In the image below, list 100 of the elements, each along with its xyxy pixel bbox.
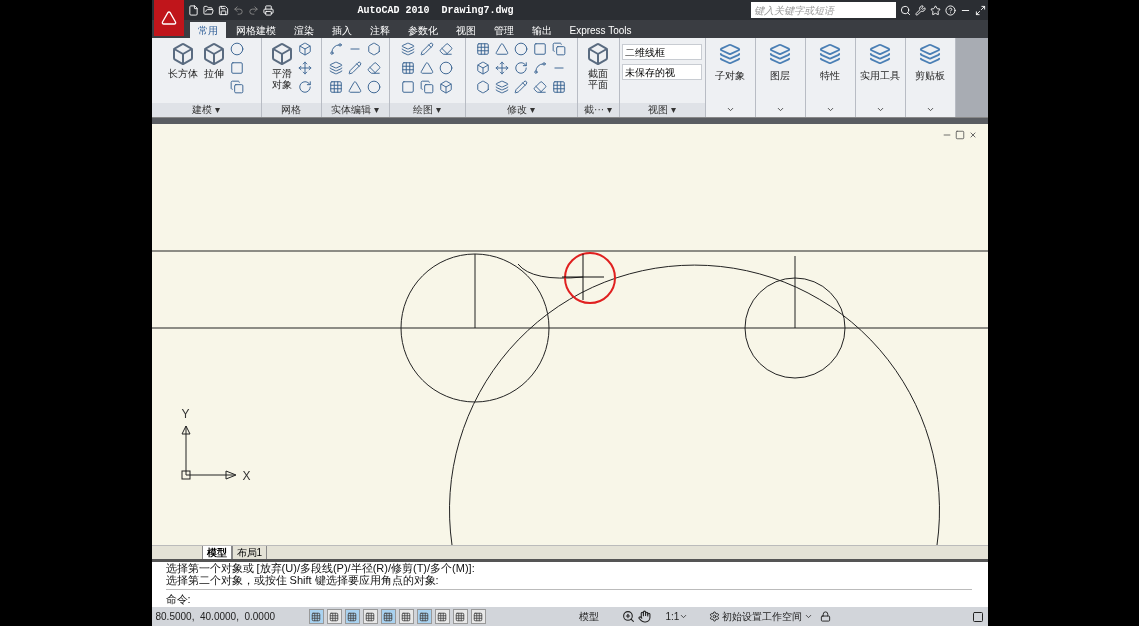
move-icon[interactable] xyxy=(298,61,312,75)
drafting-toggle[interactable] xyxy=(380,609,396,624)
ribbon-tab[interactable]: 渲染 xyxy=(285,22,322,38)
pencil-icon[interactable] xyxy=(420,42,434,56)
curve-icon[interactable] xyxy=(533,61,547,75)
drafting-toggle[interactable] xyxy=(398,609,414,624)
wrench-icon[interactable] xyxy=(914,4,926,16)
cube-icon[interactable] xyxy=(476,61,490,75)
cube-icon[interactable] xyxy=(298,42,312,56)
circle-icon[interactable] xyxy=(439,61,453,75)
grid-icon[interactable] xyxy=(476,42,490,56)
drafting-toggle[interactable] xyxy=(470,609,486,624)
layout-tab[interactable]: 布局1 xyxy=(231,546,268,559)
layers-icon xyxy=(719,43,741,65)
layout-tab[interactable]: 模型 xyxy=(201,546,232,559)
drafting-toggle[interactable] xyxy=(416,609,432,624)
drafting-toggle[interactable] xyxy=(308,609,324,624)
hand-icon[interactable] xyxy=(637,610,651,623)
zoom-icon[interactable] xyxy=(621,610,635,623)
grid-icon[interactable] xyxy=(329,80,343,94)
eraser-icon[interactable] xyxy=(439,42,453,56)
ribbon-large-button[interactable]: 截面平面 xyxy=(586,42,610,90)
copy-icon[interactable] xyxy=(420,80,434,94)
workspace-switcher[interactable]: 初始设置工作空间 xyxy=(709,609,814,624)
rotate-icon[interactable] xyxy=(298,80,312,94)
coordinates-readout: 80.5000, 40.0000, 0.0000 xyxy=(155,610,277,624)
window-title: AutoCAD 2010 Drawing7.dwg xyxy=(357,3,514,18)
fullscreen-icon[interactable] xyxy=(971,610,984,623)
eraser-icon[interactable] xyxy=(533,80,547,94)
ribbon-large-button[interactable]: 平滑对象 xyxy=(270,42,294,90)
drafting-toggle[interactable] xyxy=(344,609,360,624)
ribbon-tab[interactable]: Express Tools xyxy=(561,22,640,38)
annotation-scale[interactable]: 1:1 xyxy=(665,609,689,624)
open-folder-icon[interactable] xyxy=(202,4,214,16)
caret-icon xyxy=(925,105,935,114)
grid-icon[interactable] xyxy=(401,61,415,75)
panel-title[interactable]: 建模 ▾ xyxy=(151,103,261,117)
star-icon[interactable] xyxy=(929,4,941,16)
pencil-icon[interactable] xyxy=(514,80,528,94)
drafting-toggle[interactable] xyxy=(452,609,468,624)
restore-icon[interactable] xyxy=(974,4,986,16)
printer-icon[interactable] xyxy=(262,4,274,16)
ribbon-tab[interactable]: 注释 xyxy=(361,22,398,38)
panel-title[interactable]: 实体编辑 ▾ xyxy=(321,103,389,117)
caret-icon xyxy=(804,612,814,621)
ribbon-tab[interactable]: 视图 xyxy=(447,22,484,38)
help-icon[interactable] xyxy=(944,4,956,16)
cube-icon xyxy=(586,42,610,66)
rotate-icon[interactable] xyxy=(514,61,528,75)
command-history-line: 选择第一个对象或 [放弃(U)/多段线(P)/半径(R)/修剪(T)/多个(M)]: xyxy=(165,562,476,574)
triangle-icon[interactable] xyxy=(495,42,509,56)
circle-icon[interactable] xyxy=(367,80,381,94)
new-file-icon[interactable] xyxy=(187,4,199,16)
square-icon[interactable] xyxy=(533,42,547,56)
lock-icon[interactable] xyxy=(820,611,832,622)
layers-icon[interactable] xyxy=(401,42,415,56)
drafting-toggle[interactable] xyxy=(362,609,378,624)
square-icon[interactable] xyxy=(230,61,244,75)
layers-icon[interactable] xyxy=(495,80,509,94)
view-dropdown[interactable]: 二维线框 xyxy=(622,44,702,60)
ribbon-tab[interactable]: 网格建模 xyxy=(227,22,284,38)
search-field[interactable]: 键入关键字或短语 xyxy=(750,2,896,18)
drafting-toggle[interactable] xyxy=(434,609,450,624)
circle-icon[interactable] xyxy=(514,42,528,56)
ribbon-large-button[interactable]: 拉伸 xyxy=(202,42,226,79)
polygon-icon[interactable] xyxy=(476,80,490,94)
drafting-toggle[interactable] xyxy=(326,609,342,624)
panel-title[interactable]: 视图 ▾ xyxy=(619,103,705,117)
ribbon-tab[interactable]: 输出 xyxy=(523,22,560,38)
command-line-field[interactable]: 命令: xyxy=(165,589,972,605)
layers-icon[interactable] xyxy=(329,61,343,75)
ribbon-tab[interactable]: 插入 xyxy=(323,22,360,38)
panel-title[interactable]: 绘图 ▾ xyxy=(389,103,465,117)
panel-title[interactable]: 修改 ▾ xyxy=(465,103,577,117)
ribbon-large-button[interactable]: 长方体 xyxy=(168,42,198,79)
curve-icon[interactable] xyxy=(329,42,343,56)
cube-icon xyxy=(171,42,195,66)
panel-title[interactable]: 截··· ▾ xyxy=(577,103,619,117)
polygon-icon[interactable] xyxy=(367,42,381,56)
eraser-icon[interactable] xyxy=(367,61,381,75)
model-space-label[interactable]: 模型 xyxy=(578,609,599,624)
save-icon[interactable] xyxy=(217,4,229,16)
circle-icon[interactable] xyxy=(230,42,244,56)
grid-icon[interactable] xyxy=(552,80,566,94)
triangle-icon[interactable] xyxy=(348,80,362,94)
ribbon-tab[interactable]: 管理 xyxy=(485,22,522,38)
ribbon-tab[interactable]: 参数化 xyxy=(399,22,446,38)
ribbon-tab[interactable]: 常用 xyxy=(189,22,226,38)
copy-icon[interactable] xyxy=(230,80,244,94)
pencil-icon[interactable] xyxy=(348,61,362,75)
gear-icon xyxy=(709,611,721,622)
move-icon[interactable] xyxy=(495,61,509,75)
panel-title[interactable]: 网格 xyxy=(261,103,321,117)
triangle-icon[interactable] xyxy=(420,61,434,75)
cube-icon[interactable] xyxy=(439,80,453,94)
square-icon[interactable] xyxy=(401,80,415,94)
view-dropdown[interactable]: 未保存的视 xyxy=(622,64,702,80)
copy-icon[interactable] xyxy=(552,42,566,56)
app-menu-icon[interactable] xyxy=(153,0,184,36)
caret-icon xyxy=(875,105,885,114)
